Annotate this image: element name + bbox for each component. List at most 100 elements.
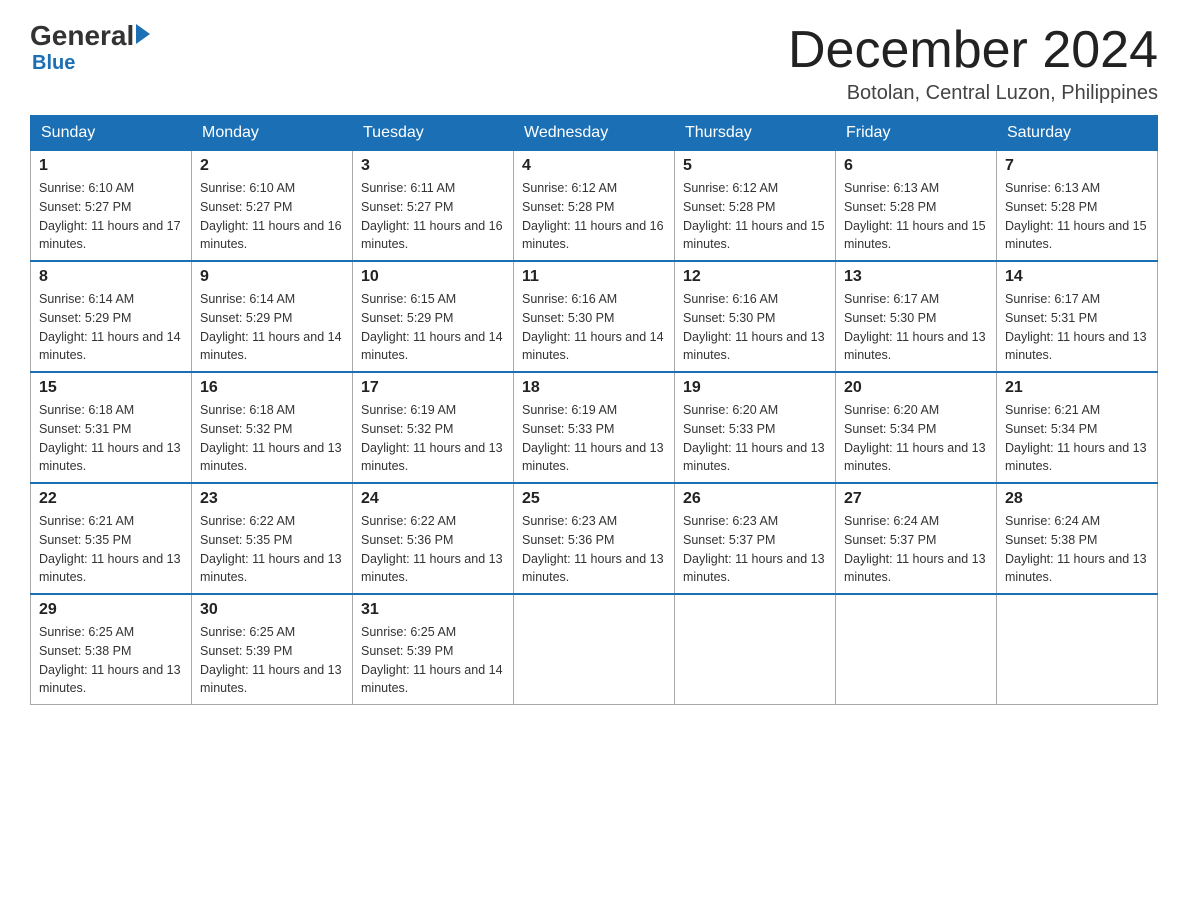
day-info: Sunrise: 6:22 AMSunset: 5:35 PMDaylight:… (200, 512, 344, 587)
day-number: 27 (844, 490, 988, 508)
calendar-cell: 29Sunrise: 6:25 AMSunset: 5:38 PMDayligh… (31, 594, 192, 705)
calendar-cell: 26 Sunrise: 6:23 AMSunset: 5:37 PMDayligh… (675, 483, 836, 594)
day-info: Sunrise: 6:11 AMSunset: 5:27 PMDaylight:… (361, 179, 505, 254)
calendar-cell: 1Sunrise: 6:10 AMSunset: 5:27 PMDaylight… (31, 151, 192, 262)
day-info: Sunrise: 6:23 AMSunset: 5:36 PMDaylight:… (522, 512, 666, 587)
calendar-cell: 23 Sunrise: 6:22 AMSunset: 5:35 PMDayligh… (192, 483, 353, 594)
day-info: Sunrise: 6:13 AMSunset: 5:28 PMDaylight:… (844, 179, 988, 254)
calendar-cell (514, 594, 675, 705)
day-number: 31 (361, 601, 505, 619)
day-info: Sunrise: 6:16 AMSunset: 5:30 PMDaylight:… (683, 290, 827, 365)
calendar-cell: 4 Sunrise: 6:12 AMSunset: 5:28 PMDaylight… (514, 151, 675, 262)
day-info: Sunrise: 6:15 AMSunset: 5:29 PMDaylight:… (361, 290, 505, 365)
day-info: Sunrise: 6:14 AMSunset: 5:29 PMDaylight:… (200, 290, 344, 365)
calendar-cell: 10Sunrise: 6:15 AMSunset: 5:29 PMDayligh… (353, 261, 514, 372)
day-info: Sunrise: 6:21 AMSunset: 5:34 PMDaylight:… (1005, 401, 1149, 476)
location-text: Botolan, Central Luzon, Philippines (788, 82, 1158, 105)
day-info: Sunrise: 6:21 AMSunset: 5:35 PMDaylight:… (39, 512, 183, 587)
day-number: 14 (1005, 268, 1149, 286)
calendar-cell: 6 Sunrise: 6:13 AMSunset: 5:28 PMDaylight… (836, 151, 997, 262)
day-number: 26 (683, 490, 827, 508)
day-info: Sunrise: 6:25 AMSunset: 5:39 PMDaylight:… (361, 623, 505, 698)
day-number: 9 (200, 268, 344, 286)
weekday-header-monday: Monday (192, 116, 353, 151)
calendar-cell: 17 Sunrise: 6:19 AMSunset: 5:32 PMDayligh… (353, 372, 514, 483)
day-number: 13 (844, 268, 988, 286)
day-info: Sunrise: 6:10 AMSunset: 5:27 PMDaylight:… (200, 179, 344, 254)
day-info: Sunrise: 6:25 AMSunset: 5:39 PMDaylight:… (200, 623, 344, 698)
day-info: Sunrise: 6:12 AMSunset: 5:28 PMDaylight:… (683, 179, 827, 254)
calendar-week-row: 1Sunrise: 6:10 AMSunset: 5:27 PMDaylight… (31, 151, 1158, 262)
day-info: Sunrise: 6:24 AMSunset: 5:38 PMDaylight:… (1005, 512, 1149, 587)
calendar-week-row: 22 Sunrise: 6:21 AMSunset: 5:35 PMDayligh… (31, 483, 1158, 594)
logo-general-text: General (30, 20, 134, 52)
day-info: Sunrise: 6:20 AMSunset: 5:34 PMDaylight:… (844, 401, 988, 476)
day-info: Sunrise: 6:14 AMSunset: 5:29 PMDaylight:… (39, 290, 183, 365)
day-number: 5 (683, 157, 827, 175)
calendar-cell: 30 Sunrise: 6:25 AMSunset: 5:39 PMDayligh… (192, 594, 353, 705)
calendar-cell: 28 Sunrise: 6:24 AMSunset: 5:38 PMDayligh… (997, 483, 1158, 594)
day-info: Sunrise: 6:24 AMSunset: 5:37 PMDaylight:… (844, 512, 988, 587)
weekday-header-friday: Friday (836, 116, 997, 151)
calendar-week-row: 8 Sunrise: 6:14 AMSunset: 5:29 PMDaylight… (31, 261, 1158, 372)
calendar-cell: 12 Sunrise: 6:16 AMSunset: 5:30 PMDayligh… (675, 261, 836, 372)
day-info: Sunrise: 6:18 AMSunset: 5:32 PMDaylight:… (200, 401, 344, 476)
calendar-cell: 25 Sunrise: 6:23 AMSunset: 5:36 PMDayligh… (514, 483, 675, 594)
calendar-cell (997, 594, 1158, 705)
month-title: December 2024 (788, 20, 1158, 80)
day-number: 23 (200, 490, 344, 508)
day-info: Sunrise: 6:10 AMSunset: 5:27 PMDaylight:… (39, 179, 183, 254)
day-info: Sunrise: 6:17 AMSunset: 5:31 PMDaylight:… (1005, 290, 1149, 365)
calendar-cell: 22 Sunrise: 6:21 AMSunset: 5:35 PMDayligh… (31, 483, 192, 594)
calendar-cell: 9 Sunrise: 6:14 AMSunset: 5:29 PMDaylight… (192, 261, 353, 372)
calendar-table: SundayMondayTuesdayWednesdayThursdayFrid… (30, 115, 1158, 705)
day-number: 24 (361, 490, 505, 508)
day-number: 25 (522, 490, 666, 508)
day-number: 8 (39, 268, 183, 286)
day-number: 2 (200, 157, 344, 175)
calendar-cell: 2 Sunrise: 6:10 AMSunset: 5:27 PMDaylight… (192, 151, 353, 262)
day-number: 6 (844, 157, 988, 175)
weekday-header-sunday: Sunday (31, 116, 192, 151)
weekday-header-thursday: Thursday (675, 116, 836, 151)
calendar-cell: 3 Sunrise: 6:11 AMSunset: 5:27 PMDaylight… (353, 151, 514, 262)
calendar-cell: 13 Sunrise: 6:17 AMSunset: 5:30 PMDayligh… (836, 261, 997, 372)
calendar-cell: 21 Sunrise: 6:21 AMSunset: 5:34 PMDayligh… (997, 372, 1158, 483)
weekday-header-wednesday: Wednesday (514, 116, 675, 151)
calendar-cell: 27 Sunrise: 6:24 AMSunset: 5:37 PMDayligh… (836, 483, 997, 594)
day-info: Sunrise: 6:22 AMSunset: 5:36 PMDaylight:… (361, 512, 505, 587)
day-number: 18 (522, 379, 666, 397)
day-number: 21 (1005, 379, 1149, 397)
day-number: 7 (1005, 157, 1149, 175)
calendar-cell: 31 Sunrise: 6:25 AMSunset: 5:39 PMDayligh… (353, 594, 514, 705)
day-info: Sunrise: 6:13 AMSunset: 5:28 PMDaylight:… (1005, 179, 1149, 254)
calendar-week-row: 15 Sunrise: 6:18 AMSunset: 5:31 PMDayligh… (31, 372, 1158, 483)
calendar-cell: 11Sunrise: 6:16 AMSunset: 5:30 PMDayligh… (514, 261, 675, 372)
day-number: 15 (39, 379, 183, 397)
calendar-cell: 18Sunrise: 6:19 AMSunset: 5:33 PMDayligh… (514, 372, 675, 483)
calendar-cell (675, 594, 836, 705)
day-info: Sunrise: 6:17 AMSunset: 5:30 PMDaylight:… (844, 290, 988, 365)
day-number: 3 (361, 157, 505, 175)
day-number: 4 (522, 157, 666, 175)
day-info: Sunrise: 6:19 AMSunset: 5:32 PMDaylight:… (361, 401, 505, 476)
day-number: 28 (1005, 490, 1149, 508)
day-number: 22 (39, 490, 183, 508)
day-info: Sunrise: 6:23 AMSunset: 5:37 PMDaylight:… (683, 512, 827, 587)
day-number: 12 (683, 268, 827, 286)
day-number: 16 (200, 379, 344, 397)
logo-triangle-icon (136, 24, 150, 44)
logo-blue-text: Blue (32, 52, 75, 75)
day-number: 30 (200, 601, 344, 619)
day-info: Sunrise: 6:25 AMSunset: 5:38 PMDaylight:… (39, 623, 183, 698)
day-info: Sunrise: 6:12 AMSunset: 5:28 PMDaylight:… (522, 179, 666, 254)
calendar-cell: 8 Sunrise: 6:14 AMSunset: 5:29 PMDaylight… (31, 261, 192, 372)
title-block: December 2024 Botolan, Central Luzon, Ph… (788, 20, 1158, 105)
day-number: 17 (361, 379, 505, 397)
calendar-cell: 24 Sunrise: 6:22 AMSunset: 5:36 PMDayligh… (353, 483, 514, 594)
day-info: Sunrise: 6:18 AMSunset: 5:31 PMDaylight:… (39, 401, 183, 476)
day-info: Sunrise: 6:20 AMSunset: 5:33 PMDaylight:… (683, 401, 827, 476)
calendar-header-row: SundayMondayTuesdayWednesdayThursdayFrid… (31, 116, 1158, 151)
day-number: 11 (522, 268, 666, 286)
page-header: General Blue December 2024 Botolan, Cent… (30, 20, 1158, 105)
